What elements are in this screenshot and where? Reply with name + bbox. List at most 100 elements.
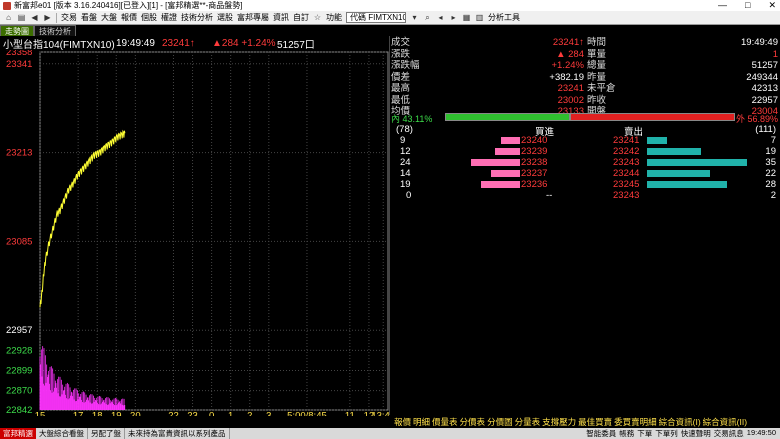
detail-tab[interactable]: 綜合資訊(II)	[703, 416, 749, 427]
quote-value: ▲ 284	[556, 48, 584, 60]
ask-qty: 7	[770, 135, 776, 146]
symbol-name: 小型台指104(FIMTXN10)	[3, 40, 115, 51]
ask-price: 23241	[613, 135, 640, 146]
grid-icon[interactable]: ▦	[462, 13, 471, 22]
home-icon[interactable]: ⌂	[4, 13, 13, 22]
fubon-select-button[interactable]: 富邦精選	[0, 428, 36, 439]
tab-trend[interactable]: 走勢圖	[0, 25, 34, 36]
detail-tab[interactable]: 報價	[394, 416, 413, 427]
status-right-item[interactable]: 19:49:50	[747, 428, 776, 439]
menu-watch[interactable]: 看盤	[81, 12, 97, 23]
menu-trade[interactable]: 交易	[61, 12, 77, 23]
quote-label: 最低	[391, 94, 411, 106]
bid-qty: 9	[400, 135, 406, 146]
detail-tab[interactable]: 分價表	[460, 416, 488, 427]
detail-tab[interactable]: 委買賣明細	[614, 416, 659, 427]
detail-tab[interactable]: 分量表	[515, 416, 543, 427]
detail-tab[interactable]: 最佳買賣	[578, 416, 614, 427]
close-button[interactable]: ✕	[768, 0, 776, 11]
back-icon[interactable]: ◀	[30, 13, 39, 22]
price-axis-label: 23085	[6, 236, 32, 247]
bid-price: 23238	[521, 157, 548, 168]
nav-left-icon[interactable]: ◂	[436, 13, 445, 22]
menu-analysis-tools[interactable]: 分析工具	[488, 12, 520, 23]
maximize-button[interactable]: □	[745, 0, 750, 11]
time-axis-label: 11	[345, 410, 355, 416]
bid-qty-bar	[481, 181, 520, 188]
status-item-2[interactable]: 另配了盤	[88, 428, 125, 439]
dropdown-icon[interactable]: ▾	[410, 13, 419, 22]
ask-price: 23242	[613, 146, 640, 157]
quote-label: 時間	[587, 37, 607, 48]
ask-qty-bar	[647, 181, 727, 188]
detail-tabs: 報價 明細 價量表 分價表 分價圖 分量表 支撐壓力 最佳買賣 委買賣明細 綜合資訊(I) 綜合資訊…	[394, 416, 749, 427]
menu-quote[interactable]: 報價	[121, 12, 137, 23]
total-volume: 51257口	[277, 40, 315, 51]
status-item-market[interactable]: 大盤綜合看盤	[36, 428, 88, 439]
detail-tab[interactable]: 綜合資訊(I)	[659, 416, 703, 427]
order-book-row[interactable]: 19 23236 23245 28	[390, 179, 780, 190]
status-right-item[interactable]: 快速聲明	[681, 428, 711, 439]
order-book-row[interactable]: 12 23239 23242 19	[390, 146, 780, 157]
search-icon[interactable]: ⌕	[423, 13, 432, 22]
detail-tab[interactable]: 支撐壓力	[542, 416, 578, 427]
inside-outside-ratio: 內 43.11% 外 56.89%	[390, 112, 780, 124]
quote-label: 昨收	[587, 94, 607, 106]
time-axis-label: 13:45	[371, 410, 390, 416]
chart-frame	[39, 51, 389, 411]
menu-fubon[interactable]: 富邦專屬	[237, 12, 269, 23]
price-line	[39, 129, 126, 308]
status-right-item[interactable]: 下單	[637, 428, 652, 439]
order-book-row[interactable]: 24 23238 23243 35	[390, 157, 780, 168]
status-right-item[interactable]: 交易訊息	[714, 428, 744, 439]
time-axis-label: 5:00/8:45	[287, 410, 327, 416]
bid-qty: 12	[400, 146, 411, 157]
bid-qty-bar	[471, 159, 520, 166]
chart-icon[interactable]: ▥	[475, 13, 484, 22]
status-right-item[interactable]: 下單列	[655, 428, 678, 439]
star-icon[interactable]: ☆	[313, 13, 322, 22]
nav-right-icon[interactable]: ▸	[449, 13, 458, 22]
price-change: ▲284 +1.24%	[212, 38, 276, 49]
status-item-3[interactable]: 未來持為富貴資訊以系列產品	[125, 428, 230, 439]
menu-function[interactable]: 功能	[326, 12, 342, 23]
outside-ratio-bar	[570, 113, 735, 121]
menu-screener[interactable]: 選股	[217, 12, 233, 23]
quote-row: 價差 +382.19 昨量 249344	[390, 72, 780, 84]
bid-qty: 14	[400, 168, 411, 179]
status-right-item[interactable]: 智能委員	[586, 428, 616, 439]
menu-stock[interactable]: 個股	[141, 12, 157, 23]
ask-price: 23243	[613, 157, 640, 168]
time-axis-label: 22	[168, 410, 179, 416]
quote-row: 最高 23241 未平倉 42313	[390, 83, 780, 95]
tab-technical[interactable]: 技術分析	[34, 25, 76, 36]
bid-qty-bar	[491, 170, 520, 177]
chart-header: 小型台指104(FIMTXN10) 19:49:49 23241↑ ▲284 +…	[0, 37, 390, 51]
minimize-button[interactable]: —	[718, 0, 727, 11]
menu-market[interactable]: 大盤	[101, 12, 117, 23]
detail-tab[interactable]: 價量表	[432, 416, 460, 427]
order-book-row[interactable]: 9 23240 23241 7	[390, 135, 780, 146]
bid-qty-bar	[495, 148, 520, 155]
quote-value: 51257	[751, 60, 778, 71]
ask-qty: 19	[765, 146, 776, 157]
ask-qty: 28	[765, 179, 776, 190]
order-book-row[interactable]: 14 23237 23244 22	[390, 168, 780, 179]
quote-value: 19:49:49	[741, 37, 778, 48]
symbol-code-input[interactable]: 代碼 FIMTXN10.TF	[346, 12, 406, 23]
window-controls: — □ ✕	[718, 0, 776, 11]
detail-tab[interactable]: 明細	[413, 416, 432, 427]
ask-price: 23244	[613, 168, 640, 179]
menu-technical[interactable]: 技術分析	[181, 12, 213, 23]
app-logo-icon	[3, 1, 11, 10]
menu-warrant[interactable]: 權證	[161, 12, 177, 23]
forward-icon[interactable]: ▶	[43, 13, 52, 22]
print-icon[interactable]: ▤	[17, 13, 26, 22]
quote-label: 未平倉	[587, 83, 616, 94]
menu-custom[interactable]: 自訂	[293, 12, 309, 23]
menu-info[interactable]: 資訊	[273, 12, 289, 23]
detail-tab[interactable]: 分價圖	[487, 416, 515, 427]
quote-value: 249344	[746, 71, 778, 83]
intraday-chart[interactable]: 2335823341232132308522957229282289922870…	[0, 50, 390, 416]
status-right-item[interactable]: 帳務	[619, 428, 634, 439]
